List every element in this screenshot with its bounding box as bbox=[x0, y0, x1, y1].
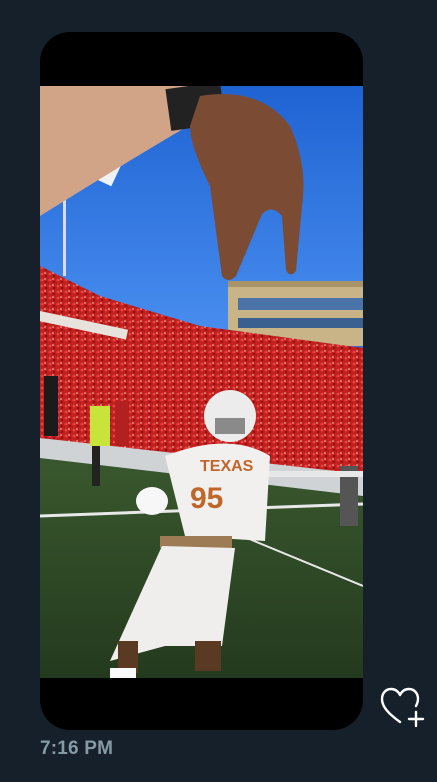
heart-add-icon bbox=[380, 687, 425, 728]
tweet-timestamp[interactable]: 7:16 PM bbox=[40, 738, 113, 760]
like-button[interactable] bbox=[380, 686, 426, 728]
svg-text:TEXAS: TEXAS bbox=[200, 458, 254, 475]
tweet-media-view: TEXAS 95 7:16 PM bbox=[0, 0, 437, 782]
video-player[interactable]: TEXAS 95 bbox=[40, 32, 363, 730]
video-frame-image: TEXAS 95 bbox=[40, 86, 363, 678]
svg-text:95: 95 bbox=[190, 482, 223, 515]
